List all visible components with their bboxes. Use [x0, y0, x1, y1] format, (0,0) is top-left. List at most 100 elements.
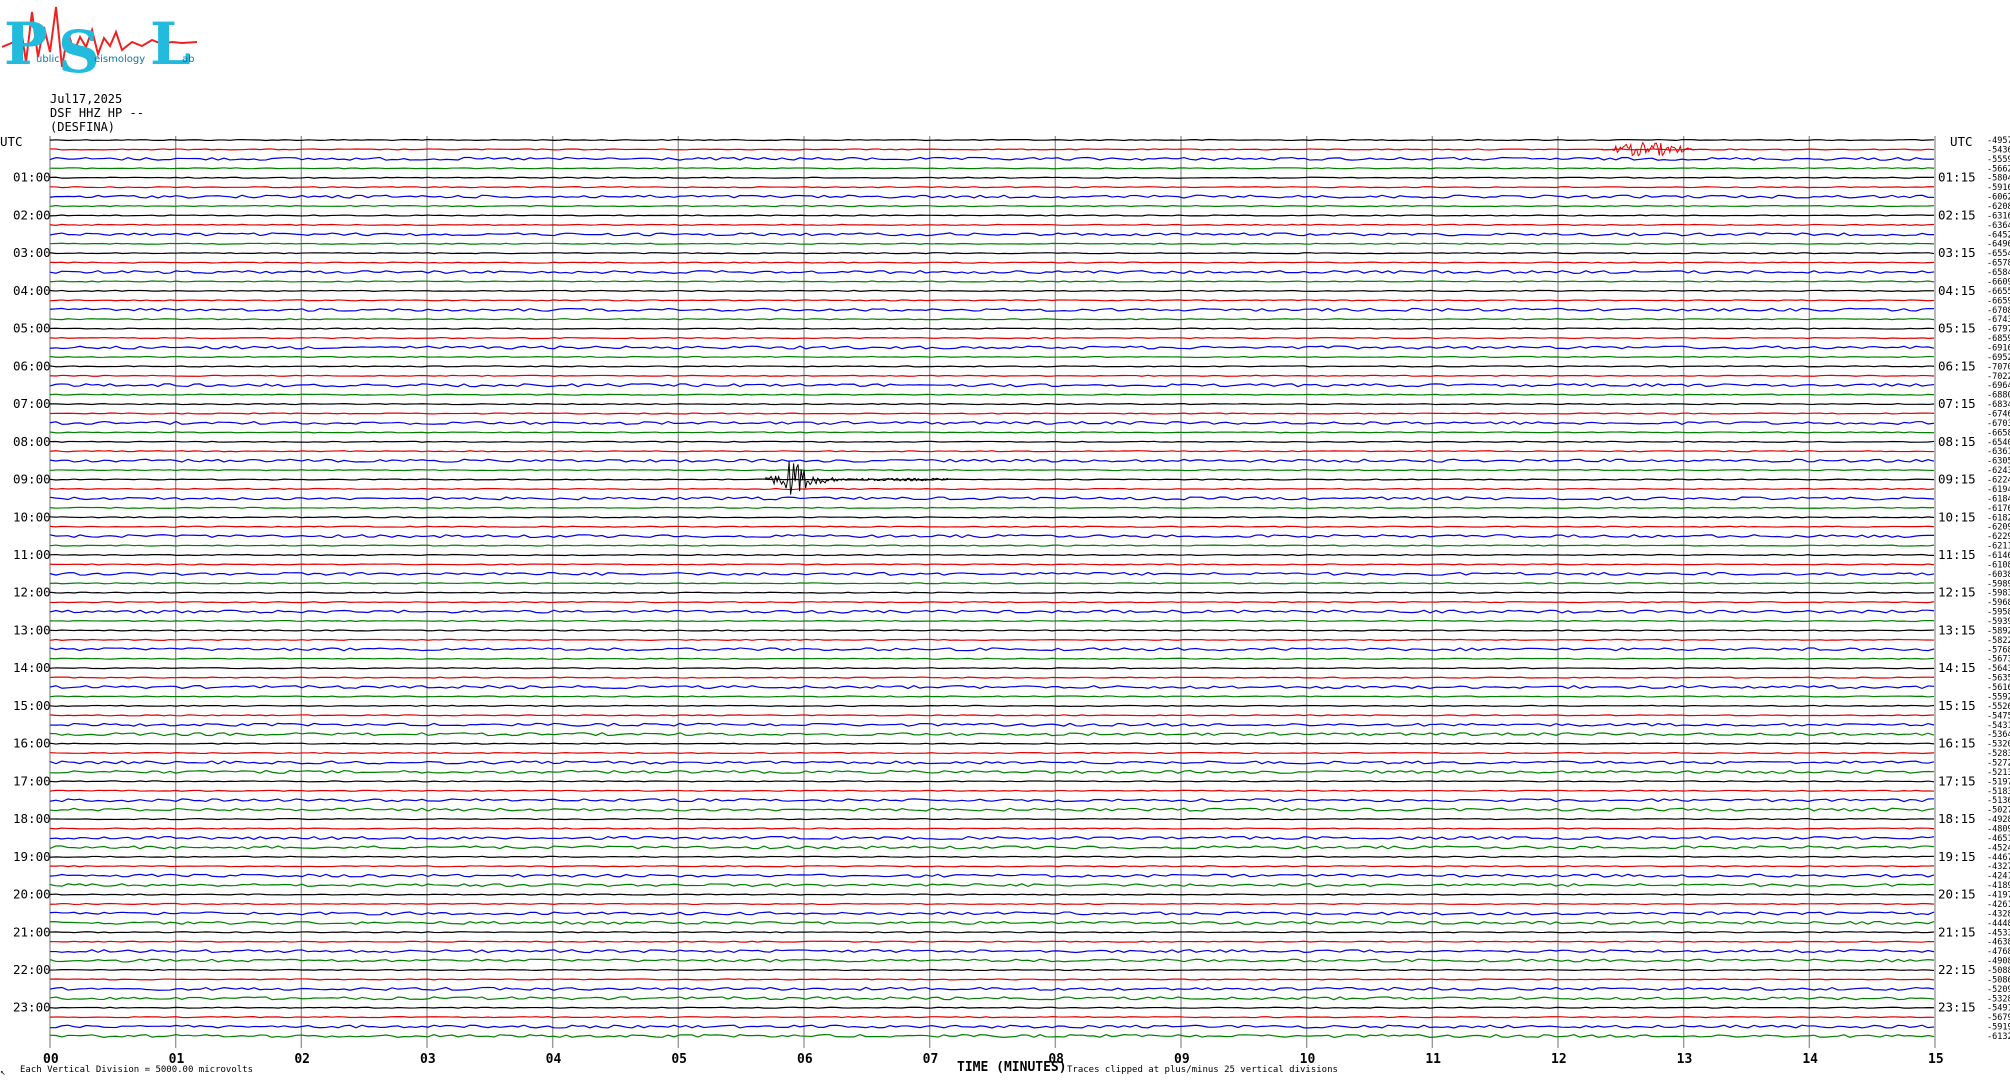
trace-line	[49, 280, 1935, 283]
trace-line	[49, 383, 1935, 388]
trace-line	[49, 695, 1935, 698]
trace-line	[49, 450, 1935, 453]
trace-line	[49, 563, 1935, 566]
corner-mark: ↖	[0, 1068, 5, 1078]
right-hour-label: 11:15	[1938, 547, 1976, 562]
left-hour-label: 22:00	[13, 962, 51, 977]
left-hour-label: 23:00	[13, 1000, 51, 1015]
trace-line	[49, 949, 1935, 954]
trace-line	[49, 827, 1935, 830]
trace-line	[49, 798, 1935, 803]
left-hour-label: 04:00	[13, 283, 51, 298]
trace-line	[49, 789, 1935, 792]
trace-line	[49, 883, 1935, 888]
left-hour-label: 14:00	[13, 660, 51, 675]
trace-line	[49, 176, 1935, 179]
trace-line	[49, 393, 1935, 396]
trace-line	[49, 232, 1935, 237]
right-hour-label: 18:15	[1938, 811, 1976, 826]
trace-line	[49, 996, 1935, 1001]
helicorder-chart: 01:00 02:00 03:00 04:00 05:00 06:00 07:00 08:00…	[0, 134, 2010, 1078]
trace-line	[49, 638, 1935, 641]
right-hour-label: 06:15	[1938, 358, 1976, 373]
trace-line	[49, 506, 1935, 509]
trace-line	[49, 516, 1935, 519]
trace-line	[49, 845, 1935, 850]
trace-line	[49, 261, 1935, 264]
trace-line	[49, 544, 1935, 547]
right-hour-label: 03:15	[1938, 245, 1976, 260]
x-tick-label: 15	[1928, 1052, 1944, 1067]
trace-line	[49, 722, 1935, 727]
trace-line	[49, 591, 1935, 594]
left-hour-labels: 01:00 02:00 03:00 04:00 05:00 06:00 07:00 08:00…	[13, 170, 51, 1015]
trace-line	[49, 571, 1935, 576]
left-hour-label: 20:00	[13, 887, 51, 902]
trace-line	[49, 458, 1935, 463]
right-hour-label: 20:15	[1938, 887, 1976, 902]
x-tick-label: 03	[420, 1052, 436, 1067]
right-hour-label: 02:15	[1938, 207, 1976, 222]
trace-line	[49, 355, 1935, 359]
trace-line	[49, 194, 1935, 199]
trace-line	[49, 714, 1935, 717]
trace-line	[49, 931, 1935, 934]
trace-line	[49, 252, 1935, 255]
right-hour-label: 07:15	[1938, 396, 1976, 411]
right-hour-label: 10:15	[1938, 509, 1976, 524]
trace-line	[49, 440, 1935, 443]
trace-line	[49, 553, 1935, 557]
trace-line	[49, 478, 1935, 481]
left-hour-label: 15:00	[13, 698, 51, 713]
trace-line	[49, 289, 1935, 293]
trace-line	[49, 299, 1935, 302]
left-hour-label: 03:00	[13, 245, 51, 260]
trace-line	[49, 1006, 1935, 1009]
trace-line	[49, 920, 1935, 925]
trace-offset-labels: -4957-5436-5559-5662-5804-5916-6062-6208…	[1987, 136, 2010, 1042]
x-tick-label: 14	[1802, 1052, 1818, 1067]
trace-line	[49, 345, 1935, 350]
trace-lines	[49, 138, 1935, 1038]
left-utc-label: UTC	[0, 134, 23, 149]
left-hour-label: 08:00	[13, 434, 51, 449]
left-hour-label: 13:00	[13, 622, 51, 637]
left-hour-label: 18:00	[13, 811, 51, 826]
trace-line	[49, 156, 1935, 161]
right-hour-label: 22:15	[1938, 962, 1976, 977]
trace-offset-label: -6132	[1987, 1032, 2010, 1042]
trace-line	[49, 958, 1935, 963]
right-hour-label: 16:15	[1938, 736, 1976, 751]
trace-line	[49, 685, 1935, 690]
right-hour-label: 05:15	[1938, 321, 1976, 336]
trace-line	[49, 940, 1935, 943]
trace-line	[49, 873, 1935, 878]
trace-line	[49, 525, 1935, 528]
left-hour-label: 05:00	[13, 321, 51, 336]
left-hour-label: 11:00	[13, 547, 51, 562]
trace-line	[49, 1033, 1935, 1038]
trace-line	[49, 601, 1935, 604]
trace-line	[49, 619, 1935, 623]
trace-line	[49, 609, 1935, 614]
right-utc-label: UTC	[1950, 134, 1973, 149]
trace-line	[49, 978, 1935, 981]
trace-line	[49, 412, 1935, 415]
trace-line	[49, 732, 1935, 737]
trace-line	[49, 751, 1935, 755]
left-hour-label: 16:00	[13, 736, 51, 751]
trace-line	[49, 327, 1935, 330]
trace-line	[49, 817, 1935, 821]
trace-line	[49, 760, 1935, 765]
left-hour-label: 21:00	[13, 924, 51, 939]
x-tick-label: 12	[1551, 1052, 1567, 1067]
right-hour-label: 13:15	[1938, 622, 1976, 637]
right-hour-label: 09:15	[1938, 472, 1976, 487]
x-tick-label: 04	[546, 1052, 562, 1067]
trace-line	[49, 704, 1935, 707]
trace-line	[49, 148, 1935, 151]
trace-line	[49, 402, 1935, 406]
left-hour-label: 06:00	[13, 358, 51, 373]
division-note: Each Vertical Division = 5000.00 microvo…	[20, 1065, 253, 1075]
trace-line	[49, 167, 1935, 170]
